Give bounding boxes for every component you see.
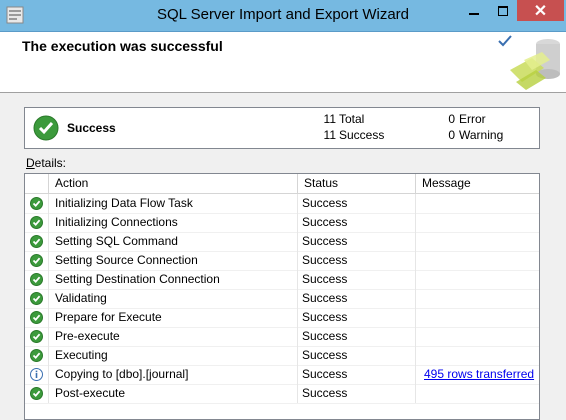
message-link[interactable]: 495 rows transferred — [424, 367, 534, 381]
minimize-icon — [468, 12, 479, 15]
row-message — [416, 194, 539, 213]
row-action: Setting SQL Command — [49, 232, 298, 251]
maximize-button[interactable] — [488, 0, 517, 21]
row-status: Success — [298, 384, 416, 403]
row-action: Initializing Connections — [49, 213, 298, 232]
row-action: Post-execute — [49, 384, 298, 403]
row-message — [416, 232, 539, 251]
page-title: The execution was successful — [22, 38, 223, 54]
summary-panel: Success 11 Total 11 Success 0 Error 0 Wa… — [24, 107, 540, 149]
table-row[interactable]: Copying to [dbo].[journal] Success 495 row… — [25, 365, 539, 385]
row-message: 495 rows transferred — [416, 365, 539, 384]
row-action: Pre-execute — [49, 327, 298, 346]
row-icon-cell — [25, 194, 49, 213]
success-check-icon — [30, 330, 43, 343]
row-message — [416, 308, 539, 327]
table-row[interactable]: Pre-execute Success — [25, 327, 539, 347]
row-status: Success — [298, 270, 416, 289]
row-action: Initializing Data Flow Task — [49, 194, 298, 213]
row-message — [416, 251, 539, 270]
row-message — [416, 346, 539, 365]
info-icon — [30, 368, 43, 381]
warning-count: 0 — [448, 128, 455, 142]
table-row[interactable]: Executing Success — [25, 346, 539, 366]
success-check-icon — [30, 273, 43, 286]
wizard-header: The execution was successful — [0, 32, 566, 93]
success-check-icon — [30, 197, 43, 210]
row-status: Success — [298, 346, 416, 365]
title-bar: SQL Server Import and Export Wizard ✕ — [0, 0, 566, 32]
row-status: Success — [298, 308, 416, 327]
total-label: Total — [339, 112, 365, 126]
table-row[interactable]: Setting SQL Command Success — [25, 232, 539, 252]
row-action: Executing — [49, 346, 298, 365]
row-action: Copying to [dbo].[journal] — [49, 365, 298, 384]
success-check-icon — [30, 311, 43, 324]
row-status: Success — [298, 365, 416, 384]
success-check-icon — [30, 349, 43, 362]
row-status: Success — [298, 327, 416, 346]
table-row[interactable]: Initializing Data Flow Task Success — [25, 194, 539, 214]
table-row[interactable]: Post-execute Success — [25, 384, 539, 404]
table-row[interactable]: Setting Destination Connection Success — [25, 270, 539, 290]
header-status[interactable]: Status — [298, 174, 416, 193]
total-count: 11 — [323, 112, 336, 126]
close-button[interactable]: ✕ — [517, 0, 564, 21]
row-message — [416, 384, 539, 403]
table-row[interactable]: Initializing Connections Success — [25, 213, 539, 233]
row-status: Success — [298, 289, 416, 308]
row-action: Setting Source Connection — [49, 251, 298, 270]
warning-label: Warning — [459, 128, 504, 142]
details-grid[interactable]: Action Status Message Initializing Data … — [24, 173, 540, 420]
table-row[interactable]: Setting Source Connection Success — [25, 251, 539, 271]
row-status: Success — [298, 213, 416, 232]
grid-header: Action Status Message — [25, 174, 539, 194]
row-icon-cell — [25, 384, 49, 403]
row-status: Success — [298, 194, 416, 213]
table-row[interactable]: Prepare for Execute Success — [25, 308, 539, 328]
minimize-button[interactable] — [459, 0, 488, 21]
maximize-icon — [497, 5, 508, 16]
row-icon-cell — [25, 365, 49, 384]
success-check-icon — [33, 115, 59, 141]
row-icon-cell — [25, 289, 49, 308]
row-icon-cell — [25, 308, 49, 327]
row-icon-cell — [25, 327, 49, 346]
row-message — [416, 327, 539, 346]
row-message — [416, 270, 539, 289]
close-icon: ✕ — [533, 2, 548, 20]
success-check-icon — [30, 254, 43, 267]
header-action[interactable]: Action — [49, 174, 298, 193]
header-icon-column[interactable] — [25, 174, 49, 193]
checkmark-icon — [498, 35, 512, 47]
row-status: Success — [298, 251, 416, 270]
success-check-icon — [30, 387, 43, 400]
row-message — [416, 289, 539, 308]
row-message — [416, 213, 539, 232]
row-icon-cell — [25, 346, 49, 365]
header-message[interactable]: Message — [416, 174, 539, 193]
row-icon-cell — [25, 270, 49, 289]
error-count: 0 — [448, 112, 455, 126]
success-check-icon — [30, 292, 43, 305]
error-label: Error — [459, 112, 486, 126]
success-count: 11 — [323, 128, 336, 142]
summary-status: Success — [67, 121, 116, 135]
row-action: Setting Destination Connection — [49, 270, 298, 289]
row-status: Success — [298, 232, 416, 251]
success-check-icon — [30, 216, 43, 229]
row-icon-cell — [25, 232, 49, 251]
row-action: Validating — [49, 289, 298, 308]
row-icon-cell — [25, 213, 49, 232]
row-icon-cell — [25, 251, 49, 270]
row-action: Prepare for Execute — [49, 308, 298, 327]
success-check-icon — [30, 235, 43, 248]
table-row[interactable]: Validating Success — [25, 289, 539, 309]
details-label: Details: — [26, 156, 67, 170]
success-label: Success — [339, 128, 385, 142]
